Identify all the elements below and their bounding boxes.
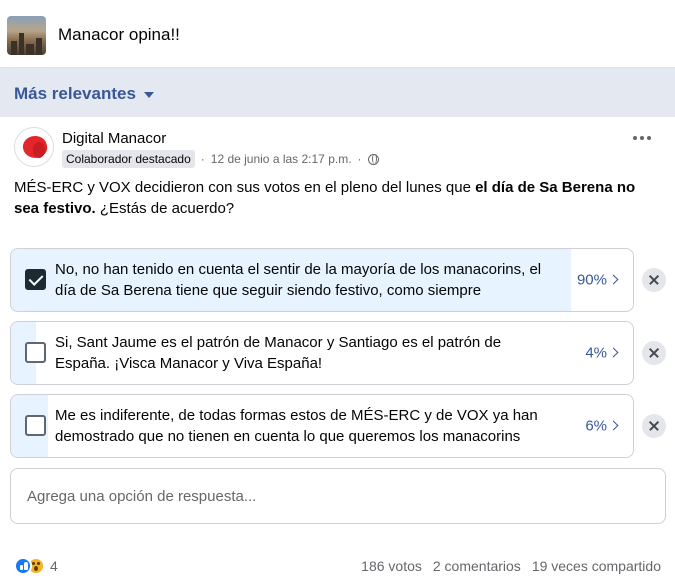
sort-label: Más relevantes	[14, 84, 136, 103]
post-footer: 4 186 votos 2 comentarios 19 veces compa…	[0, 557, 675, 585]
globe-icon	[367, 153, 379, 165]
poll-option-percent[interactable]: 4%	[585, 345, 607, 362]
poll-option[interactable]: Me es indiferente, de todas formas estos…	[10, 394, 634, 458]
poll-option-percent[interactable]: 6%	[585, 418, 607, 435]
post-text-part: ¿Estás de acuerdo?	[95, 200, 235, 217]
author-name[interactable]: Digital Manacor	[62, 130, 166, 147]
like-reaction-icon	[14, 557, 32, 575]
checkbox[interactable]	[25, 415, 46, 436]
poll-option[interactable]: No, no han tenido en cuenta el sentir de…	[10, 248, 634, 312]
comments-count[interactable]: 2 comentarios	[433, 558, 521, 574]
poll-option-label: No, no han tenido en cuenta el sentir de…	[55, 261, 542, 299]
votes-count[interactable]: 186 votos	[361, 558, 422, 574]
post-text: MÉS-ERC y VOX decidieron con sus votos e…	[14, 177, 664, 219]
remove-option-button[interactable]	[642, 341, 666, 365]
remove-option-button[interactable]	[642, 414, 666, 438]
post-timestamp[interactable]: 12 de junio a las 2:17 p.m.	[211, 152, 352, 166]
post-meta: Colaborador destacado · 12 de junio a la…	[62, 150, 379, 168]
chevron-right-icon	[608, 420, 619, 431]
reactions-summary[interactable]: 4	[14, 557, 58, 575]
reaction-count: 4	[50, 558, 58, 574]
comment-filter-bar: Más relevantes	[0, 68, 675, 117]
add-option-input[interactable]	[10, 468, 666, 524]
group-header: Manacor opina!!	[0, 0, 675, 68]
avatar[interactable]	[14, 127, 54, 167]
post-card: Digital Manacor Colaborador destacado · …	[0, 117, 675, 586]
more-options-icon[interactable]	[633, 136, 651, 140]
group-thumbnail[interactable]	[7, 16, 46, 55]
meta-separator: ·	[200, 152, 205, 166]
meta-separator: ·	[357, 152, 362, 166]
poll-option-percent[interactable]: 90%	[577, 272, 607, 289]
status-badge: Colaborador destacado	[62, 150, 195, 168]
chevron-right-icon	[608, 347, 619, 358]
chevron-right-icon	[608, 274, 619, 285]
checkbox[interactable]	[25, 342, 46, 363]
post-stats: 186 votos 2 comentarios 19 veces compart…	[361, 558, 661, 574]
poll-option-label: Si, Sant Jaume es el patrón de Manacor y…	[55, 334, 502, 372]
poll-option[interactable]: Si, Sant Jaume es el patrón de Manacor y…	[10, 321, 634, 385]
group-name[interactable]: Manacor opina!!	[58, 25, 180, 45]
caret-down-icon	[143, 91, 154, 98]
sort-dropdown[interactable]: Más relevantes	[14, 84, 154, 104]
checkbox-checked[interactable]	[25, 269, 46, 290]
remove-option-button[interactable]	[642, 268, 666, 292]
poll-option-label: Me es indiferente, de todas formas estos…	[55, 407, 538, 445]
post-text-part: MÉS-ERC y VOX decidieron con sus votos e…	[14, 179, 476, 196]
shares-count[interactable]: 19 veces compartido	[532, 558, 661, 574]
